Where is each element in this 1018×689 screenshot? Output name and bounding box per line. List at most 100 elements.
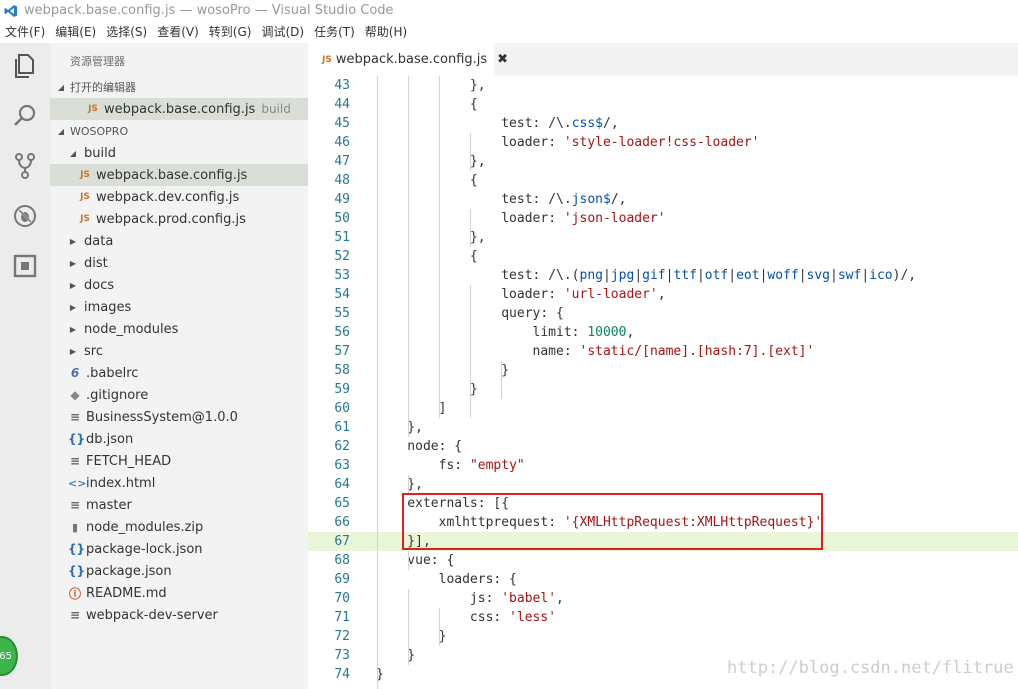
explorer-title: 资源管理器 <box>70 55 125 68</box>
lines-file-icon: ≡ <box>69 498 81 512</box>
tree-item[interactable]: ▶ src <box>50 340 308 362</box>
code-line: 68 vue: { <box>308 551 1018 570</box>
code-text: test: /\.(png|jpg|gif|ttf|otf|eot|woff|s… <box>376 266 916 285</box>
tree-item-label: index.html <box>86 475 156 491</box>
menu-bar: 文件(F) 编辑(E) 选择(S) 查看(V) 转到(G) 调试(D) 任务(T) 帮助(H) <box>0 21 1018 43</box>
menu-item-4[interactable]: 转到(G) <box>204 21 257 43</box>
chevron-right-icon: ▶ <box>69 324 77 334</box>
code-area[interactable]: 43 }, 44 {45 test: /\.css$/, 46 loader: 's… <box>308 76 1018 689</box>
tree-item[interactable]: {} package-lock.json <box>50 538 308 560</box>
tree-item[interactable]: ≡ BusinessSystem@1.0.0 <box>50 406 308 428</box>
code-token: ] <box>376 401 447 416</box>
tree-item[interactable]: 6 .babelrc <box>50 362 308 384</box>
open-editors-label: 打开的编辑器 <box>70 81 136 94</box>
tree-item[interactable]: ⓘ README.md <box>50 582 308 604</box>
indent-guide <box>439 608 440 646</box>
code-line: 72 } <box>308 627 1018 646</box>
code-token: : <box>571 325 588 340</box>
code-token: } <box>376 629 447 644</box>
lines-file-icon: ≡ <box>69 410 81 424</box>
lines-file-icon: ≡ <box>69 454 81 468</box>
tree-item[interactable]: ▶ node_modules <box>50 318 308 340</box>
menu-item-7[interactable]: 帮助(H) <box>360 21 412 43</box>
menu-item-6[interactable]: 任务(T) <box>309 21 360 43</box>
tree-item[interactable]: JS webpack.base.config.js <box>50 164 308 186</box>
tree-item[interactable]: <> index.html <box>50 472 308 494</box>
tree-item[interactable]: ≡ webpack-dev-server <box>50 604 308 626</box>
debug-icon[interactable] <box>12 203 38 229</box>
code-token: : /\.( <box>532 268 580 283</box>
tree-item[interactable]: ▶ data <box>50 230 308 252</box>
line-number: 63 <box>334 458 350 473</box>
tree-item[interactable]: JS webpack.dev.config.js <box>50 186 308 208</box>
menu-item-2[interactable]: 选择(S) <box>101 21 152 43</box>
tree-item[interactable]: ≡ FETCH_HEAD <box>50 450 308 472</box>
tree-item[interactable]: JS webpack.prod.config.js <box>50 208 308 230</box>
indent-guide <box>439 76 440 418</box>
code-token: 'style-loader!css-loader' <box>563 135 760 150</box>
code-token: }, <box>376 78 486 93</box>
tree-item-label: data <box>84 233 114 249</box>
tree-item[interactable]: ▶ images <box>50 296 308 318</box>
code-text: } <box>376 627 447 646</box>
tab-webpack-base-config[interactable]: JS webpack.base.config.js ✖ <box>308 43 508 76</box>
indent-guide <box>408 475 409 494</box>
tab-label: webpack.base.config.js <box>335 52 488 67</box>
json-file-icon: {} <box>68 542 86 556</box>
source-control-icon[interactable] <box>12 153 38 179</box>
menu-item-1[interactable]: 编辑(E) <box>50 21 101 43</box>
code-token: , <box>657 287 666 302</box>
chevron-down-icon: ◢ <box>69 148 77 158</box>
code-text: } <box>376 361 509 380</box>
line-number: 46 <box>334 135 350 150</box>
code-line: 47 }, <box>308 152 1018 171</box>
code-text: } <box>376 380 478 399</box>
watermark: http://blog.csdn.net/flitrue <box>727 658 1014 678</box>
line-number: 70 <box>334 591 350 606</box>
code-token: : <box>548 135 564 150</box>
open-editor-item[interactable]: JS webpack.base.config.js build <box>50 98 308 120</box>
tree-item[interactable]: {} db.json <box>50 428 308 450</box>
tree-item[interactable]: ◆ .gitignore <box>50 384 308 406</box>
code-token: loader <box>376 211 549 226</box>
project-header[interactable]: ◢ WOSOPRO <box>50 120 308 142</box>
code-text: { <box>376 95 478 114</box>
tree-item-label: BusinessSystem@1.0.0 <box>86 409 238 425</box>
code-text: css: 'less' <box>376 608 556 627</box>
code-token: loader <box>376 287 549 302</box>
menu-item-3[interactable]: 查看(V) <box>152 21 204 43</box>
code-token: : <box>563 344 580 359</box>
tree-item[interactable]: ▶ dist <box>50 252 308 274</box>
indent-guide <box>470 133 471 171</box>
indent-guide <box>377 76 378 689</box>
json-file-icon: {} <box>68 564 86 578</box>
tree-item[interactable]: ▮ node_modules.zip <box>50 516 308 538</box>
chevron-right-icon: ▶ <box>69 236 77 246</box>
search-icon[interactable] <box>12 103 38 129</box>
line-number: 69 <box>334 572 350 587</box>
code-text: { <box>376 247 478 266</box>
tree-item[interactable]: ▶ docs <box>50 274 308 296</box>
code-token: /, <box>610 192 627 207</box>
extensions-icon[interactable] <box>12 253 38 279</box>
code-text: test: /\.json$/, <box>376 190 626 209</box>
tree-item[interactable]: ◢ build <box>50 142 308 164</box>
indent-guide <box>470 285 471 418</box>
tree-item[interactable]: {} package.json <box>50 560 308 582</box>
line-number: 72 <box>334 629 350 644</box>
code-token: 'url-loader' <box>563 287 658 302</box>
code-line: 59 } <box>308 380 1018 399</box>
code-line: 45 test: /\.css$/, <box>308 114 1018 133</box>
close-icon[interactable]: ✖ <box>497 52 508 67</box>
indent-guide <box>501 361 502 399</box>
menu-item-5[interactable]: 调试(D) <box>256 21 309 43</box>
code-token: : { <box>493 572 517 587</box>
code-line: 46 loader: 'style-loader!css-loader' <box>308 133 1018 152</box>
menu-item-0[interactable]: 文件(F) <box>0 21 50 43</box>
tree-item[interactable]: ≡ master <box>50 494 308 516</box>
open-editors-header[interactable]: ◢ 打开的编辑器 <box>50 76 308 98</box>
chevron-down-icon: ◢ <box>57 126 65 136</box>
code-line: 50 loader: 'json-loader' <box>308 209 1018 228</box>
explorer-icon[interactable] <box>12 53 38 79</box>
code-token: ico <box>869 268 893 283</box>
